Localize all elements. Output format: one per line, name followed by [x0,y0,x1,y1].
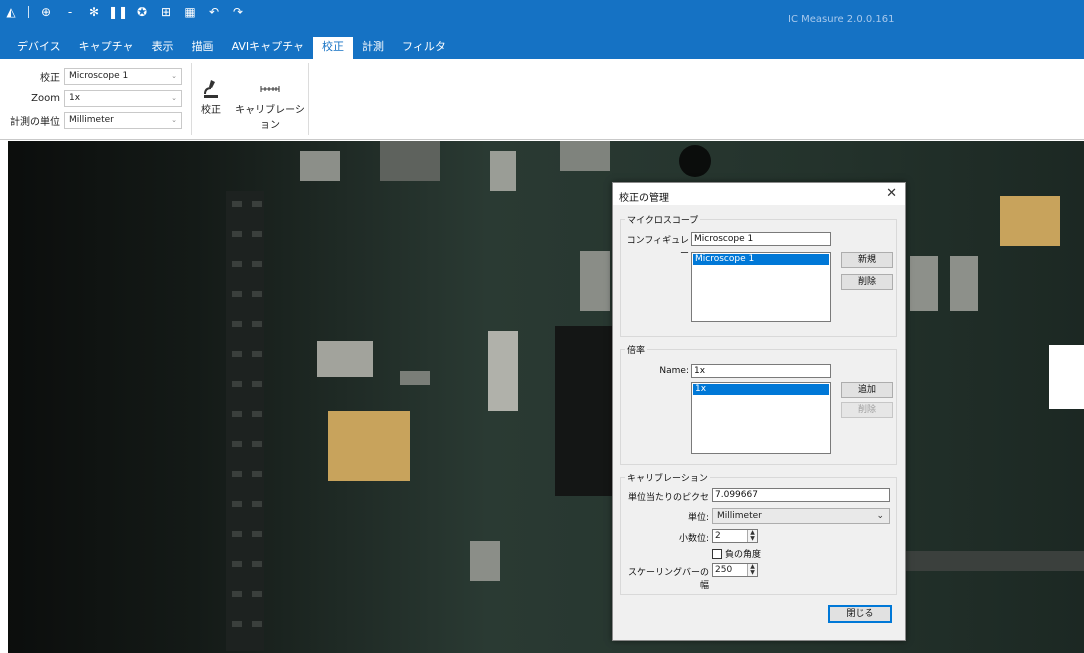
app-title: IC Measure 2.0.0.161 [788,14,895,25]
ruler-icon [235,77,305,101]
dialog-title-bar: 校正の管理 ✕ [613,183,905,205]
dropdown-icon[interactable]: - [63,5,77,19]
camera-live-view[interactable] [0,141,1084,653]
configuration-label: コンフィギュレー [626,236,689,259]
ribbon-divider [191,63,192,135]
calibration-select[interactable]: Microscope 1 ⌄ [64,67,182,85]
camera-icon[interactable]: ✪ [135,5,149,19]
magnification-group-title: 倍率 [625,343,648,356]
folder-icon[interactable]: ⊞ [159,5,173,19]
negative-angle-label: 負の角度 [725,550,762,560]
chevron-down-icon: ⌄ [171,115,177,124]
delete-magnification-button[interactable]: 削除 [841,402,893,418]
list-item[interactable]: Microscope 1 [693,254,829,265]
redo-icon[interactable]: ↷ [231,5,245,19]
tab-0[interactable]: デバイス [8,37,70,59]
unit-dropdown-value: Millimeter [717,511,762,521]
list-item[interactable]: 1x [693,384,829,395]
tab-7[interactable]: フィルタ [393,37,455,59]
scale-bar-width-value: 250 [715,565,733,575]
microscope-list[interactable]: Microscope 1 [691,252,831,322]
calibration-group-title: キャリブレーション [625,471,710,484]
side-panel-fragment [1049,345,1084,409]
unit-row: 計測の単位 Millimeter ⌄ [0,111,182,129]
unit-label: 計測の単位 [10,116,60,128]
view-edge [0,141,8,653]
delete-microscope-button[interactable]: 削除 [841,274,893,290]
toolbar-separator [28,6,29,18]
magnification-name-input[interactable]: 1x [691,364,831,378]
chevron-down-icon: ⌄ [876,511,884,521]
zoom-row: Zoom 1x ⌄ [0,89,182,107]
magnification-list[interactable]: 1x [691,382,831,454]
chevron-down-icon: ⌄ [171,71,177,80]
tab-5[interactable]: 校正 [313,37,354,59]
spinner-arrows-icon[interactable]: ▲ ▼ [747,564,757,576]
pixels-per-unit-input[interactable]: 7.099667 [712,488,890,502]
unit-dropdown[interactable]: Millimeter ⌄ [712,508,890,524]
microscope-group: マイクロスコープ コンフィギュレー Microscope 1 Microscop… [620,213,897,337]
chevron-down-icon: ⌄ [171,93,177,102]
zoom-label: Zoom [31,92,60,104]
unit-label: 単位: [687,513,709,523]
pause-icon[interactable]: ❚❚ [108,5,128,19]
globe-icon[interactable]: ⊕ [39,5,53,19]
unit-select[interactable]: Millimeter ⌄ [64,111,182,129]
ribbon-divider [308,63,309,135]
app-logo-icon[interactable]: ◭ [4,5,18,19]
spinner-arrows-icon[interactable]: ▲ ▼ [747,530,757,542]
calibration-button-label: キャリブレーション [235,105,305,131]
dialog-title: 校正の管理 [619,193,669,204]
tab-6[interactable]: 計測 [353,37,393,59]
zoom-select-value: 1x [69,92,81,103]
pixels-per-unit-label: 単位当たりのピクセ [627,493,709,503]
tab-1[interactable]: キャプチャ [70,37,143,59]
tab-3[interactable]: 描画 [183,37,223,59]
negative-angle-checkbox[interactable]: 負の角度 [712,547,761,560]
microscope-group-title: マイクロスコープ [625,213,701,226]
quick-access-toolbar: ◭ ⊕ - ✻ ❚❚ ✪ ⊞ ▦ ↶ ↷ [4,4,245,20]
pcb-image [0,141,1084,653]
magnification-group: 倍率 Name: 1x 1x 追加 削除 [620,343,897,465]
close-icon[interactable]: ✕ [886,186,897,201]
checkbox-icon[interactable] [712,548,722,559]
add-button[interactable]: 追加 [841,382,893,398]
microscope-icon [198,77,224,101]
scale-bar-width-label: スケーリングバーの幅 [627,568,709,591]
calibration-label: 校正 [40,72,60,84]
image-icon[interactable]: ▦ [183,5,197,19]
close-button[interactable]: 閉じる [828,605,892,623]
zoom-select[interactable]: 1x ⌄ [64,89,182,107]
name-label: Name: [659,366,689,376]
calibration-row: 校正 Microscope 1 ⌄ [0,67,182,85]
decimal-places-label: 小数位: [678,534,709,544]
ribbon: 校正 Microscope 1 ⌄ Zoom 1x ⌄ 計測の単位 Millim… [0,59,1084,140]
decimal-places-spinner[interactable]: 2 ▲ ▼ [712,529,758,543]
tab-2[interactable]: 表示 [143,37,183,59]
settings-sun-icon[interactable]: ✻ [87,5,101,19]
scale-bar-width-spinner[interactable]: 250 ▲ ▼ [712,563,758,577]
decimal-places-value: 2 [715,531,721,541]
calibrate-button[interactable]: 校正 [198,77,224,116]
undo-icon[interactable]: ↶ [207,5,221,19]
ribbon-tabs: デバイス キャプチャ 表示 描画 AVIキャプチャ 校正 計測 フィルタ [0,32,1084,59]
calibration-button[interactable]: キャリブレーション [235,77,305,131]
calibration-dialog: 校正の管理 ✕ マイクロスコープ コンフィギュレー Microscope 1 M… [612,182,906,641]
unit-select-value: Millimeter [69,114,114,125]
tab-4[interactable]: AVIキャプチャ [223,37,313,59]
title-bar: ◭ ⊕ - ✻ ❚❚ ✪ ⊞ ▦ ↶ ↷ IC Measure 2.0.0.161 [0,0,1084,32]
calibration-select-value: Microscope 1 [69,70,129,81]
calibrate-button-label: 校正 [201,105,221,116]
new-button[interactable]: 新規 [841,252,893,268]
calibration-group: キャリブレーション 単位当たりのピクセ 7.099667 単位: Millime… [620,471,897,595]
configuration-input[interactable]: Microscope 1 [691,232,831,246]
